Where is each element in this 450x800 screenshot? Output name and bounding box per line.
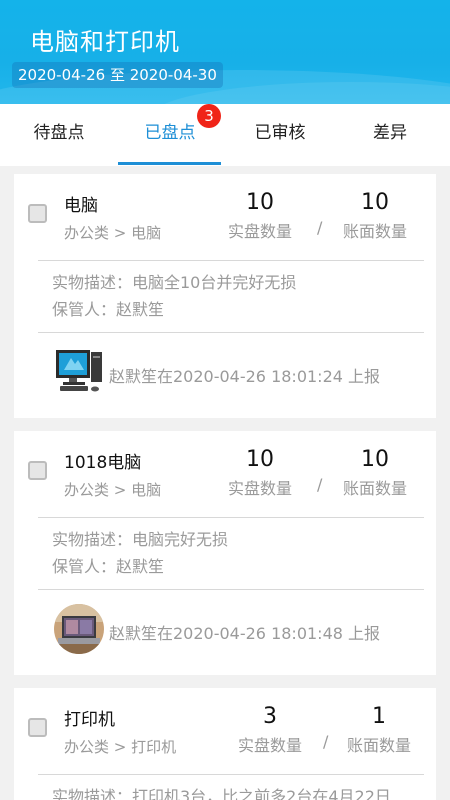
counted-badge: 3 bbox=[197, 104, 221, 128]
item-description: 实物描述：电脑全10台并完好无损 bbox=[52, 273, 297, 292]
divider bbox=[38, 517, 424, 518]
actual-count-label: 实盘数量 bbox=[227, 479, 292, 498]
report-info: 赵默笙在2020-04-26 18:01:24 上报 bbox=[109, 367, 381, 386]
item-checkbox[interactable] bbox=[28, 461, 47, 480]
item-name: 打印机 bbox=[64, 710, 115, 730]
item-name: 1018电脑 bbox=[64, 453, 142, 473]
actual-count: 10 bbox=[246, 190, 274, 215]
divider bbox=[38, 774, 424, 775]
item-checkbox[interactable] bbox=[28, 204, 47, 223]
actual-count-label: 实盘数量 bbox=[237, 736, 302, 755]
divider bbox=[38, 332, 424, 333]
header: 电脑和打印机 2020-04-26 至 2020-04-30 bbox=[0, 0, 450, 104]
count-separator: / bbox=[323, 732, 329, 751]
book-count: 10 bbox=[361, 190, 389, 215]
book-count: 1 bbox=[372, 704, 386, 729]
list-item[interactable]: 1018电脑 办公类 > 电脑 10 实盘数量 / 10 账面数量 实物描述：电… bbox=[14, 431, 436, 675]
active-tab-indicator bbox=[118, 162, 221, 165]
list-item[interactable]: 打印机 办公类 > 打印机 3 实盘数量 / 1 账面数量 实物描述：打印机3台… bbox=[14, 688, 436, 800]
book-count: 10 bbox=[361, 447, 389, 472]
divider bbox=[38, 589, 424, 590]
count-separator: / bbox=[317, 475, 323, 494]
tab-pending[interactable]: 待盘点 bbox=[3, 104, 115, 166]
actual-count: 3 bbox=[263, 704, 277, 729]
item-category: 办公类 > 电脑 bbox=[64, 481, 162, 499]
item-checkbox[interactable] bbox=[28, 718, 47, 737]
actual-count: 10 bbox=[246, 447, 274, 472]
tab-reviewed[interactable]: 已审核 bbox=[224, 104, 336, 166]
laptop-photo-icon bbox=[54, 604, 104, 654]
date-range[interactable]: 2020-04-26 至 2020-04-30 bbox=[12, 62, 223, 88]
tab-bar: 待盘点 已盘点 已审核 差异 bbox=[0, 104, 450, 166]
page-title: 电脑和打印机 bbox=[30, 28, 180, 56]
item-description: 实物描述：打印机3台，比之前多2台在4月22日 bbox=[52, 787, 391, 800]
book-count-label: 账面数量 bbox=[346, 736, 411, 755]
divider bbox=[38, 260, 424, 261]
tab-difference[interactable]: 差异 bbox=[334, 104, 446, 166]
item-category: 办公类 > 打印机 bbox=[64, 738, 177, 756]
item-category: 办公类 > 电脑 bbox=[64, 224, 162, 242]
book-count-label: 账面数量 bbox=[342, 222, 407, 241]
item-keeper: 保管人：赵默笙 bbox=[52, 300, 165, 319]
desktop-computer-icon bbox=[56, 350, 102, 392]
actual-count-label: 实盘数量 bbox=[227, 222, 292, 241]
count-separator: / bbox=[317, 218, 323, 237]
item-description: 实物描述：电脑完好无损 bbox=[52, 530, 229, 549]
item-keeper: 保管人：赵默笙 bbox=[52, 557, 165, 576]
list-item[interactable]: 电脑 办公类 > 电脑 10 实盘数量 / 10 账面数量 实物描述：电脑全10… bbox=[14, 174, 436, 418]
book-count-label: 账面数量 bbox=[342, 479, 407, 498]
item-name: 电脑 bbox=[64, 196, 98, 216]
report-info: 赵默笙在2020-04-26 18:01:48 上报 bbox=[109, 624, 381, 643]
